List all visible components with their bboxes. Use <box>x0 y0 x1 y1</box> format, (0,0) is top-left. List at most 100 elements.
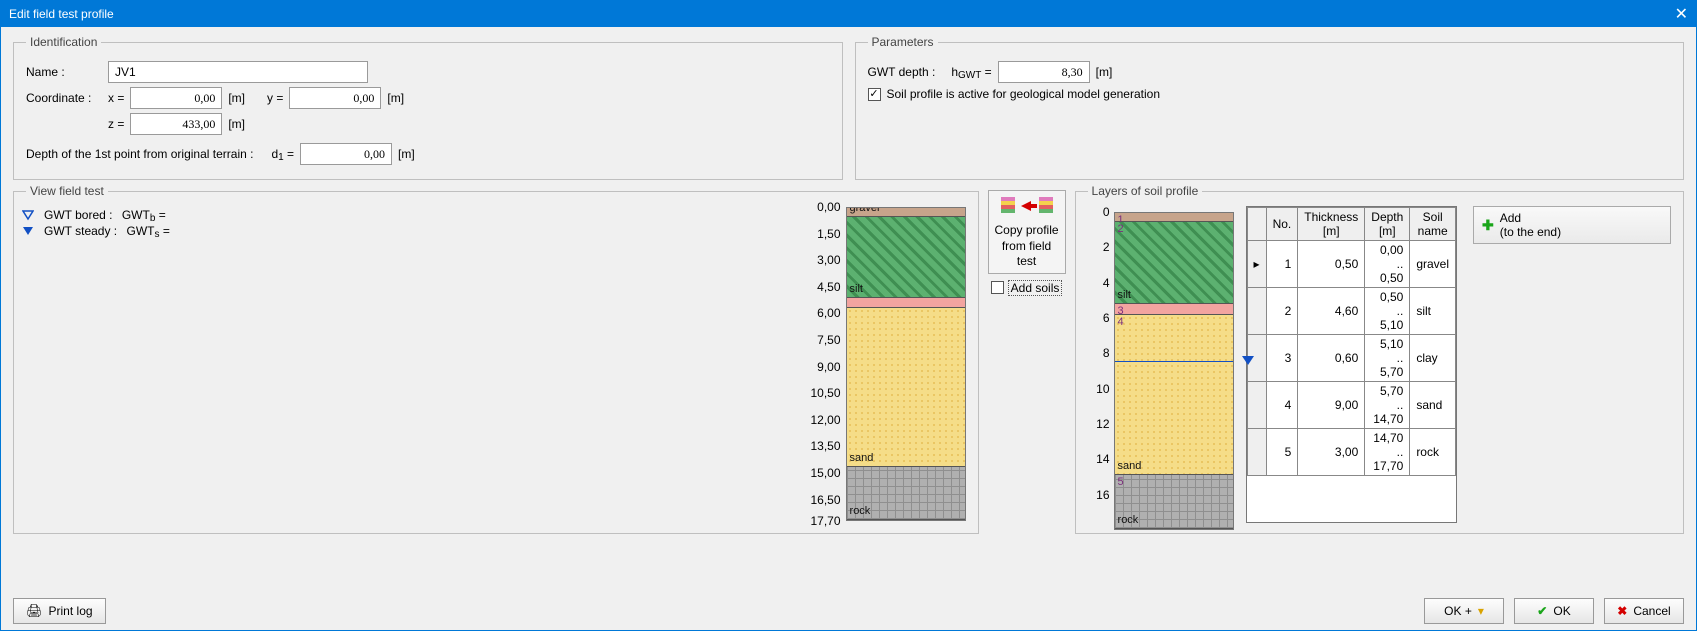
gwt-depth-label: GWT depth : <box>868 65 936 79</box>
gwt-bored-icon <box>22 209 34 221</box>
tick-label: 4,50 <box>817 280 840 294</box>
content: Identification Name : Coordinate : x = [… <box>1 27 1696 592</box>
layers-table[interactable]: No. Thickness [m] Depth [m] Soil name ▸1… <box>1246 206 1457 523</box>
tick-label: 12,00 <box>811 413 841 427</box>
print-log-button[interactable]: 🖨 Print log <box>13 598 106 624</box>
col-thickness[interactable]: Thickness [m] <box>1298 208 1365 241</box>
x-label: x = <box>108 91 124 105</box>
col-no[interactable]: No. <box>1266 208 1298 241</box>
col-soilname[interactable]: Soil name <box>1410 208 1456 241</box>
tick-label: 4 <box>1103 276 1110 290</box>
gwt-depth-input[interactable] <box>998 61 1090 83</box>
window-title: Edit field test profile <box>9 7 114 21</box>
table-row[interactable]: 53,0014,70 .. 17,70rock <box>1247 429 1455 476</box>
copy-panel: Copy profile from field test Add soils <box>987 184 1067 584</box>
copy-profile-button[interactable]: Copy profile from field test <box>988 190 1066 274</box>
table-row[interactable]: 24,600,50 .. 5,10silt <box>1247 288 1455 335</box>
cell-no: 2 <box>1266 288 1298 335</box>
cell-thickness: 0,50 <box>1298 241 1365 288</box>
cell-soilname: gravel <box>1410 241 1456 288</box>
z-input[interactable] <box>130 113 222 135</box>
tick-label: 13,50 <box>811 439 841 453</box>
active-label: Soil profile is active for geological mo… <box>887 87 1161 101</box>
cell-no: 4 <box>1266 382 1298 429</box>
gwt-marker-icon <box>1242 356 1254 365</box>
d1-input[interactable] <box>300 143 392 165</box>
d1-unit: [m] <box>398 147 415 161</box>
add-soils-checkbox[interactable] <box>991 281 1004 294</box>
d1-label: d1 = <box>271 147 294 161</box>
tick-label: 3,00 <box>817 253 840 267</box>
view-field-test-group: View field test GWT bored : GWTb = GWT <box>13 184 979 534</box>
cell-thickness: 4,60 <box>1298 288 1365 335</box>
arrow-down-icon: ▾ <box>1478 604 1484 618</box>
z-unit: [m] <box>228 117 245 131</box>
cell-soilname: sand <box>1410 382 1456 429</box>
field-test-column: gravel silt sand rock <box>846 207 966 521</box>
tick-label: 6,00 <box>817 306 840 320</box>
coordinate-label: Coordinate : <box>26 91 102 105</box>
cell-thickness: 3,00 <box>1298 429 1365 476</box>
y-input[interactable] <box>289 87 381 109</box>
add-sublabel: (to the end) <box>1500 225 1561 239</box>
parameters-group: Parameters GWT depth : hGWT = [m] ✓ Soil… <box>855 35 1685 180</box>
tick-label: 1,50 <box>817 227 840 241</box>
parameters-legend: Parameters <box>868 35 938 49</box>
gwt-steady-icon <box>22 225 34 237</box>
cell-no: 3 <box>1266 335 1298 382</box>
add-layer-button[interactable]: ✚ Add (to the end) <box>1473 206 1671 244</box>
gwt-bored-sym: GWTb = <box>118 208 165 222</box>
ok-plus-button[interactable]: OK + ▾ <box>1424 598 1504 624</box>
depth1-label: Depth of the 1st point from original ter… <box>26 147 253 161</box>
ok-button[interactable]: ✔ OK <box>1514 598 1594 624</box>
close-icon[interactable]: ✕ <box>1648 4 1688 24</box>
hgwt-label: hGWT = <box>951 65 991 79</box>
name-label: Name : <box>26 65 102 79</box>
x-input[interactable] <box>130 87 222 109</box>
soil-profile-column: 1 silt2 3 sand4 rock5 <box>1114 212 1234 530</box>
z-label: z = <box>108 117 124 131</box>
table-row[interactable]: 30,605,10 .. 5,70clay <box>1247 335 1455 382</box>
tick-label: 6 <box>1103 311 1110 325</box>
tick-label: 0 <box>1103 205 1110 219</box>
titlebar: Edit field test profile ✕ <box>1 1 1696 27</box>
tick-label: 16,50 <box>811 493 841 507</box>
tick-label: 9,00 <box>817 360 840 374</box>
name-input[interactable] <box>108 61 368 83</box>
cell-no: 5 <box>1266 429 1298 476</box>
copy-profile-icon <box>991 195 1063 220</box>
tick-label: 0,00 <box>817 200 840 214</box>
tick-label: 12 <box>1096 417 1109 431</box>
plus-icon: ✚ <box>1482 217 1494 234</box>
cell-soilname: rock <box>1410 429 1456 476</box>
cancel-button[interactable]: ✖ Cancel <box>1604 598 1684 624</box>
identification-legend: Identification <box>26 35 101 49</box>
tick-label: 10,50 <box>811 386 841 400</box>
cell-depth: 0,50 .. 5,10 <box>1365 288 1410 335</box>
gwt-bored-label: GWT bored : <box>44 208 112 222</box>
tick-label: 15,00 <box>811 466 841 480</box>
table-row[interactable]: 49,005,70 .. 14,70sand <box>1247 382 1455 429</box>
col-depth[interactable]: Depth [m] <box>1365 208 1410 241</box>
cell-depth: 0,00 .. 0,50 <box>1365 241 1410 288</box>
x-icon: ✖ <box>1617 604 1627 618</box>
cell-soilname: silt <box>1410 288 1456 335</box>
active-checkbox[interactable]: ✓ <box>868 88 881 101</box>
add-label: Add <box>1500 211 1521 225</box>
tick-label: 10 <box>1096 382 1109 396</box>
tick-label: 2 <box>1103 240 1110 254</box>
printer-icon: 🖨 <box>26 603 43 619</box>
add-soils-label: Add soils <box>1008 280 1063 296</box>
layers-profile-legend: Layers of soil profile <box>1088 184 1203 198</box>
x-unit: [m] <box>228 91 245 105</box>
tick-label: 8 <box>1103 346 1110 360</box>
cell-depth: 14,70 .. 17,70 <box>1365 429 1410 476</box>
gwt-steady-sym: GWTs = <box>123 224 170 238</box>
table-row[interactable]: ▸10,500,00 .. 0,50gravel <box>1247 241 1455 288</box>
layers-profile-group: Layers of soil profile 0246810121416 1 s… <box>1075 184 1684 534</box>
tick-label: 17,70 <box>811 514 841 528</box>
tick-label: 16 <box>1096 488 1109 502</box>
field-test-profile-chart: 0,001,503,004,506,007,509,0010,5012,0013… <box>798 204 966 524</box>
gwt-steady-label: GWT steady : <box>44 224 117 238</box>
cell-thickness: 0,60 <box>1298 335 1365 382</box>
